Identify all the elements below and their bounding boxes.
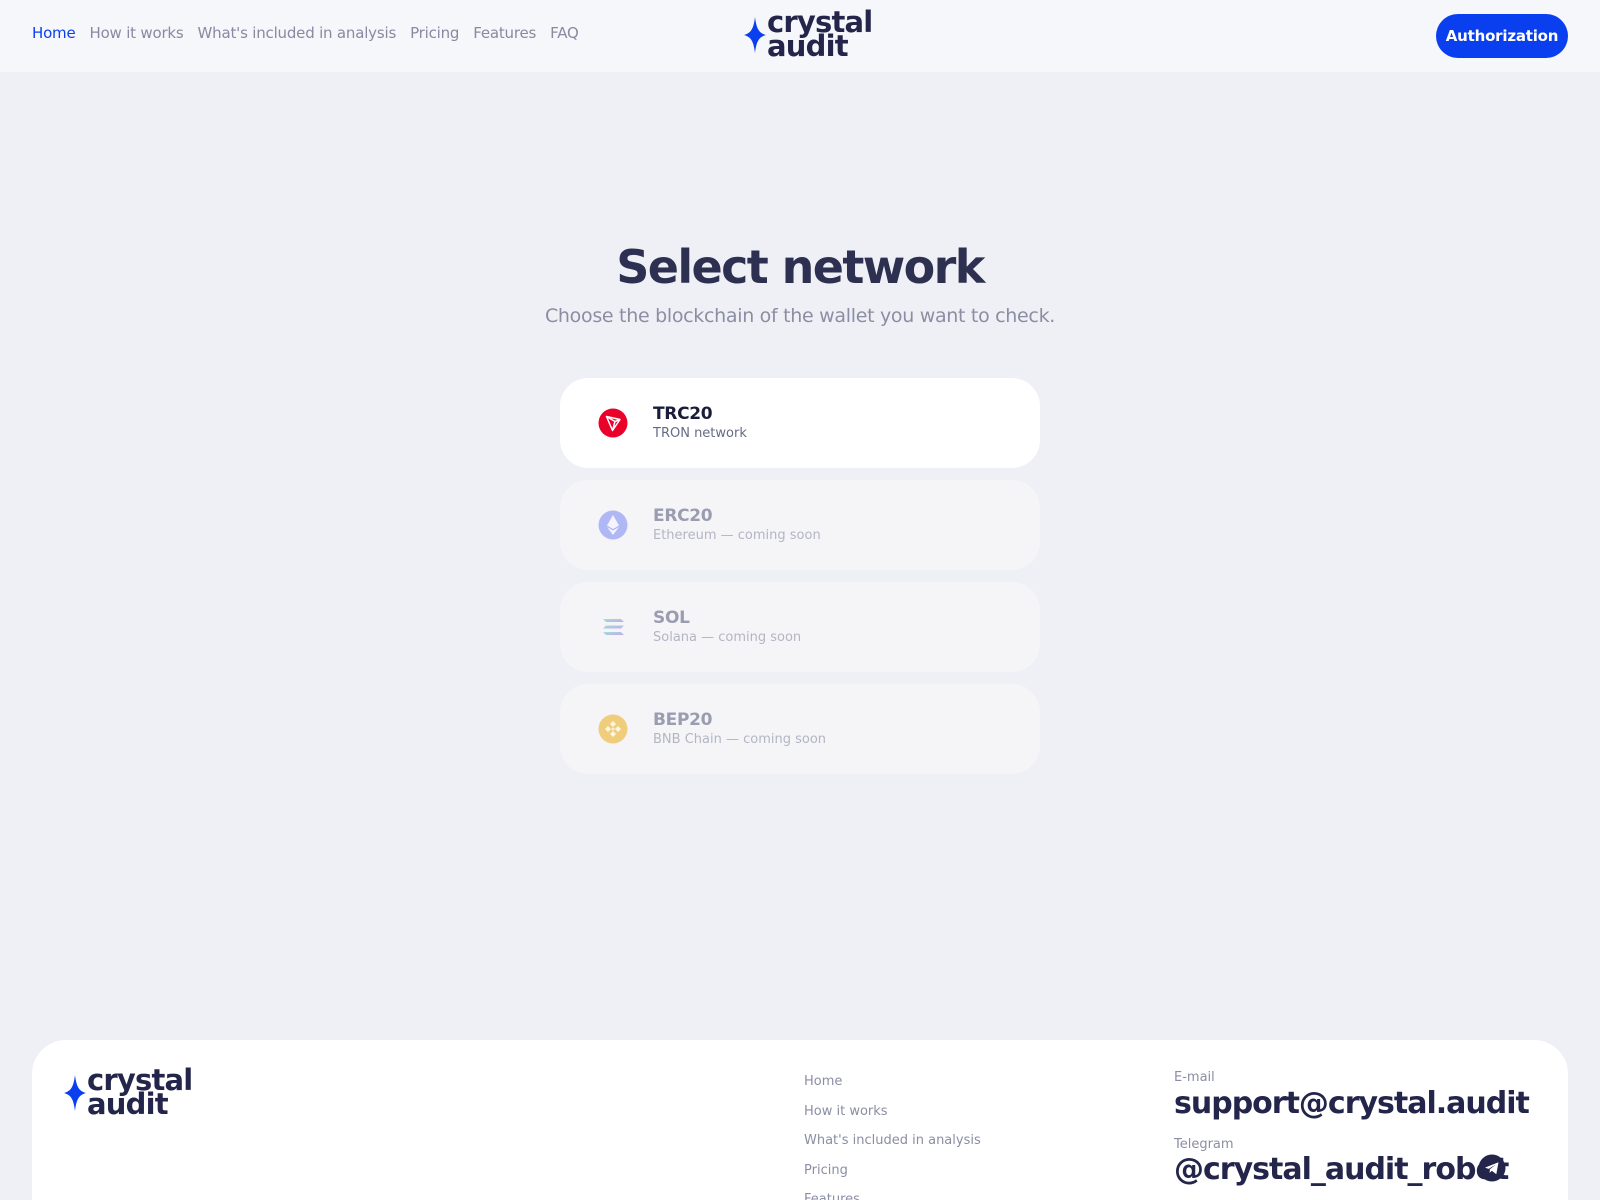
network-description: BNB Chain — coming soon (653, 732, 827, 747)
nav-whats-included[interactable]: What's included in analysis (198, 24, 397, 42)
logo-wordmark: crystal audit (767, 8, 873, 63)
network-description: TRON network (653, 426, 747, 441)
footer-link-features[interactable]: Features (804, 1192, 981, 1200)
network-code: ERC20 (653, 506, 713, 526)
logo-line-2: audit (87, 1086, 169, 1121)
top-header: Home How it works What's included in ana… (0, 0, 1600, 72)
network-option-erc20[interactable]: ERC20 Ethereum — coming soon (560, 480, 1040, 570)
nav-features[interactable]: Features (473, 24, 536, 42)
footer-link-how-it-works[interactable]: How it works (804, 1104, 981, 1134)
solana-icon (603, 619, 624, 635)
network-code: TRC20 (653, 404, 713, 424)
email-label: E-mail (1174, 1070, 1215, 1085)
nav-pricing[interactable]: Pricing (410, 24, 459, 42)
footer-logo[interactable]: crystal audit (64, 1066, 193, 1121)
network-option-trc20[interactable]: TRC20 TRON network (560, 378, 1040, 468)
sparkle-icon (64, 1074, 86, 1111)
telegram-label: Telegram (1174, 1137, 1234, 1152)
authorization-button[interactable]: Authorization (1436, 14, 1568, 58)
network-code: BEP20 (653, 710, 713, 730)
sparkle-icon (744, 16, 766, 53)
telegram-icon[interactable] (1478, 1154, 1506, 1182)
network-option-sol[interactable]: SOL Solana — coming soon (560, 582, 1040, 672)
footer-link-whats-included[interactable]: What's included in analysis (804, 1133, 981, 1163)
nav-home[interactable]: Home (32, 24, 76, 42)
footer-link-home[interactable]: Home (804, 1074, 981, 1104)
footer: Home How it works What's included in ana… (32, 1040, 1568, 1200)
page-subtitle: Choose the blockchain of the wallet you … (544, 305, 1056, 327)
footer-link-pricing[interactable]: Pricing (804, 1163, 981, 1193)
network-option-bep20[interactable]: BEP20 BNB Chain — coming soon (560, 684, 1040, 774)
nav-how-it-works[interactable]: How it works (90, 24, 184, 42)
network-description: Solana — coming soon (653, 630, 802, 645)
logo-wordmark: crystal audit (87, 1066, 193, 1121)
telegram-handle[interactable]: @crystal_audit_robot (1174, 1152, 1509, 1187)
logo-line-2: audit (767, 28, 849, 63)
page-title: Select network (616, 240, 985, 294)
nav-faq[interactable]: FAQ (550, 24, 579, 42)
network-code: SOL (653, 608, 690, 628)
tron-icon (598, 408, 628, 438)
bnb-icon (598, 714, 628, 744)
main-nav: Home How it works What's included in ana… (32, 24, 579, 42)
header-logo[interactable]: crystal audit (744, 8, 873, 63)
network-description: Ethereum — coming soon (653, 528, 821, 543)
footer-links: Home How it works What's included in ana… (804, 1074, 981, 1200)
support-email[interactable]: support@crystal.audit (1174, 1086, 1530, 1121)
ethereum-icon (598, 510, 628, 540)
